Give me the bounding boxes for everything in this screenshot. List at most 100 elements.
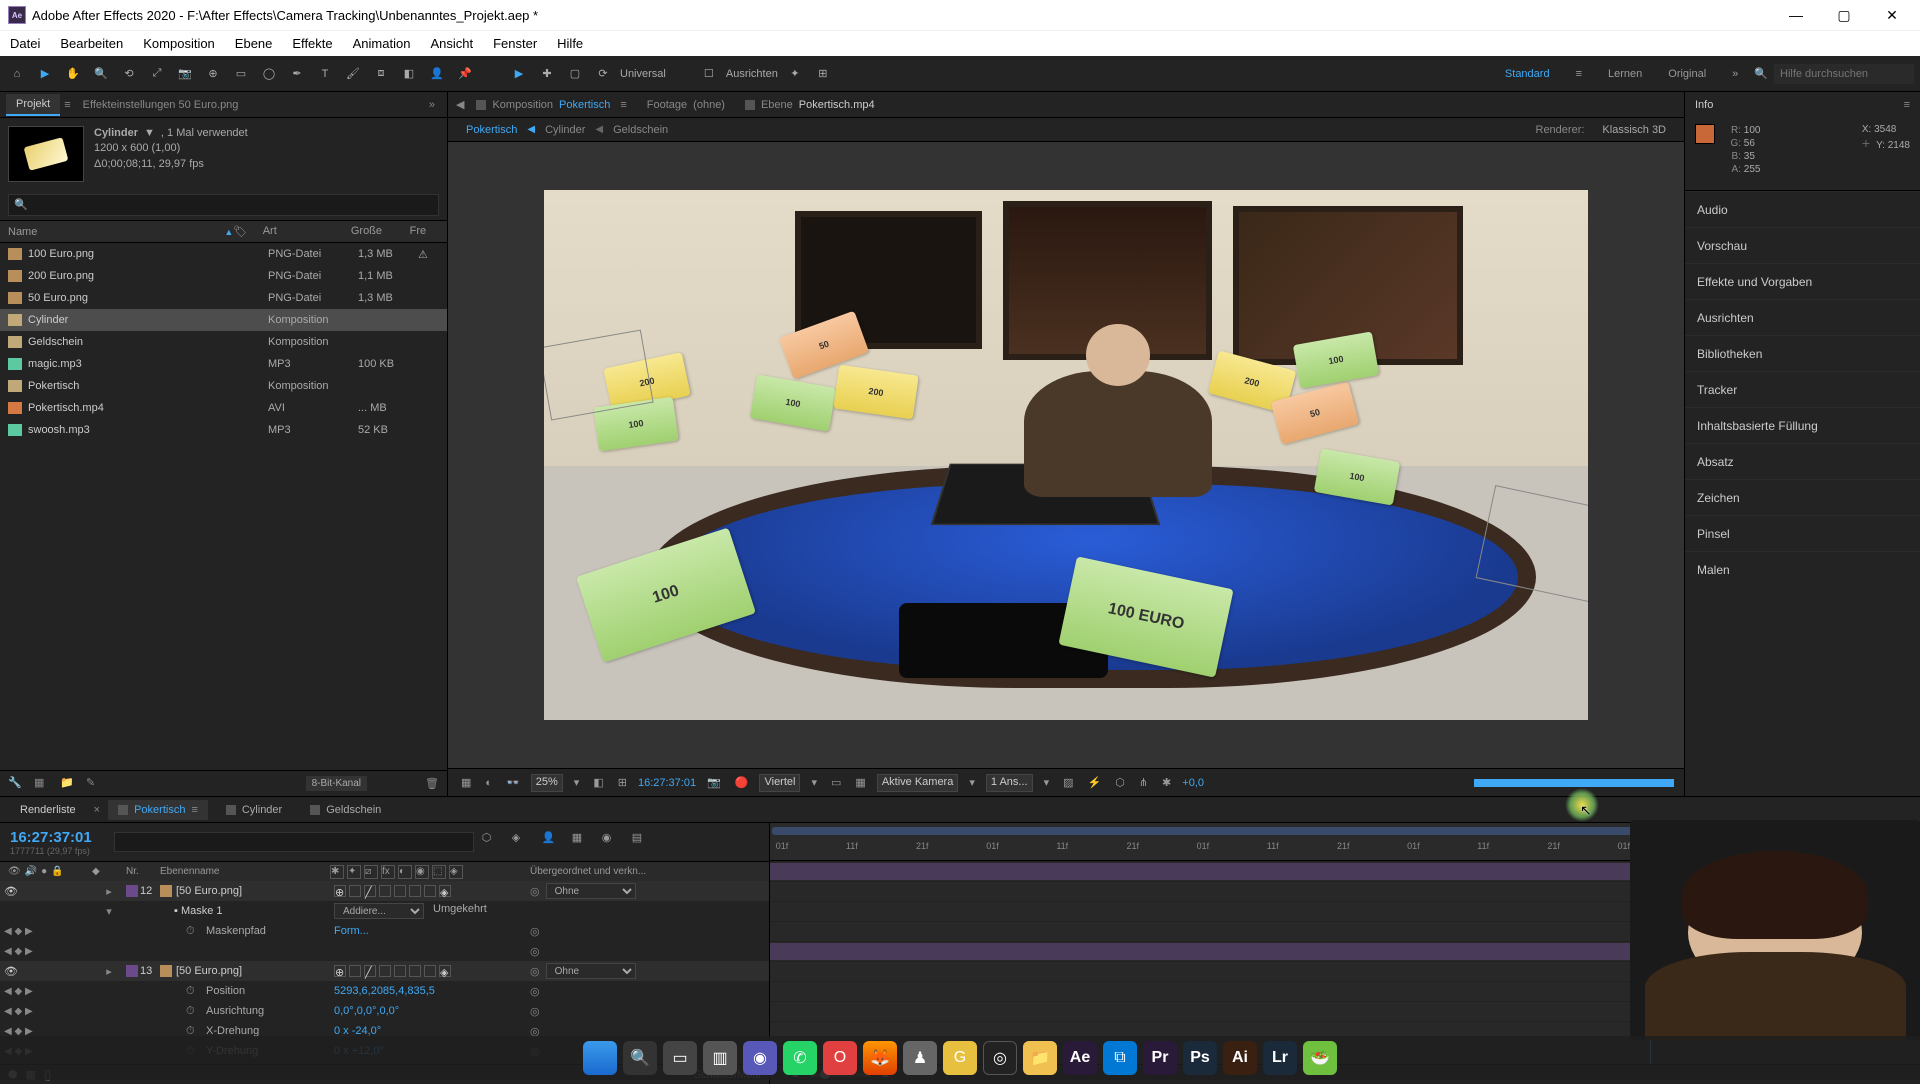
new-folder-icon[interactable]: 📁 bbox=[60, 776, 78, 792]
side-panel-pinsel[interactable]: Pinsel bbox=[1685, 515, 1920, 551]
reset-exposure-icon[interactable]: ✱ bbox=[1159, 776, 1174, 789]
stamp-tool-icon[interactable]: ⧈ bbox=[370, 63, 392, 85]
home-icon[interactable]: ⌂ bbox=[6, 63, 28, 85]
trash-icon[interactable]: 🗑 bbox=[425, 777, 439, 790]
timeline-row[interactable]: 👁▸12[50 Euro.png]⊕╱◈◎Ohne bbox=[0, 881, 769, 901]
project-column-headers[interactable]: Name▲ 🏷 Art Große Fre bbox=[0, 220, 447, 243]
new-adjustment-icon[interactable]: ✎ bbox=[86, 776, 104, 792]
side-panel-inhaltsbasierte-füllung[interactable]: Inhaltsbasierte Füllung bbox=[1685, 407, 1920, 443]
taskbar-app[interactable]: Ps bbox=[1183, 1041, 1217, 1075]
tab-pokertisch[interactable]: Pokertisch≡ bbox=[108, 800, 208, 820]
channel-icon[interactable]: 🔴 bbox=[732, 776, 752, 789]
snapshot-icon[interactable]: 📷 bbox=[704, 776, 724, 789]
menu-ansicht[interactable]: Ansicht bbox=[426, 34, 477, 53]
taskbar-app[interactable]: 🦊 bbox=[863, 1041, 897, 1075]
taskbar-app[interactable]: 🔍 bbox=[623, 1041, 657, 1075]
zoom-selector[interactable]: 25% bbox=[531, 774, 563, 792]
world-axis-icon[interactable]: ✚ bbox=[536, 63, 558, 85]
3d-toggle-icon[interactable]: 👓 bbox=[503, 776, 523, 789]
taskbar-app[interactable]: Ai bbox=[1223, 1041, 1257, 1075]
menu-hilfe[interactable]: Hilfe bbox=[553, 34, 587, 53]
side-panel-malen[interactable]: Malen bbox=[1685, 551, 1920, 587]
timeline-row[interactable]: 👁▸13[50 Euro.png]⊕╱◈◎Ohne bbox=[0, 961, 769, 981]
zoom-dropdown-icon[interactable]: ▾ bbox=[571, 776, 583, 789]
project-item-list[interactable]: 100 Euro.pngPNG-Datei1,3 MB⚠200 Euro.png… bbox=[0, 243, 447, 770]
taskbar-app[interactable]: ♟ bbox=[903, 1041, 937, 1075]
taskbar-app[interactable]: G bbox=[943, 1041, 977, 1075]
taskbar-app[interactable]: Ae bbox=[1063, 1041, 1097, 1075]
draft3d-icon[interactable]: ◈ bbox=[512, 831, 534, 853]
taskbar-app[interactable]: ▥ bbox=[703, 1041, 737, 1075]
taskbar-app[interactable]: ▭ bbox=[663, 1041, 697, 1075]
workspace-original[interactable]: Original bbox=[1668, 68, 1706, 80]
taskbar-app[interactable]: ◉ bbox=[743, 1041, 777, 1075]
taskbar-app[interactable]: ⧉ bbox=[1103, 1041, 1137, 1075]
zoom-tool-icon[interactable]: 🔍 bbox=[90, 63, 112, 85]
close-button[interactable]: ✕ bbox=[1872, 0, 1912, 30]
col-art[interactable]: Art bbox=[263, 225, 351, 238]
frame-blend-icon[interactable]: ▦ bbox=[572, 831, 594, 853]
timeline-row[interactable]: ◀ ◆ ▶⏱MaskenpfadForm...◎ bbox=[0, 921, 769, 941]
side-panel-bibliotheken[interactable]: Bibliotheken bbox=[1685, 335, 1920, 371]
workspace-lernen[interactable]: Lernen bbox=[1608, 68, 1642, 80]
menu-animation[interactable]: Animation bbox=[349, 34, 415, 53]
menu-fenster[interactable]: Fenster bbox=[489, 34, 541, 53]
project-item[interactable]: 200 Euro.pngPNG-Datei1,1 MB bbox=[0, 265, 447, 287]
selection-tool-icon[interactable]: ▶ bbox=[34, 63, 56, 85]
minimize-button[interactable]: — bbox=[1776, 0, 1816, 30]
tab-geldschein[interactable]: Geldschein bbox=[300, 800, 391, 820]
col-size[interactable]: Große bbox=[351, 225, 410, 238]
res-dropdown-icon[interactable]: ▾ bbox=[808, 776, 820, 789]
toggle-pixel-icon[interactable]: ▨ bbox=[1060, 776, 1076, 789]
project-item[interactable]: 100 Euro.pngPNG-Datei1,3 MB⚠ bbox=[0, 243, 447, 265]
transparency-grid-icon[interactable]: ▦ bbox=[852, 776, 868, 789]
text-tool-icon[interactable]: T bbox=[314, 63, 336, 85]
alpha-toggle-icon[interactable]: ▦ bbox=[458, 776, 474, 789]
renderer-selector[interactable]: Klassisch 3D bbox=[1602, 124, 1666, 136]
timeline-row[interactable]: ◀ ◆ ▶⏱Ausrichtung0,0°,0,0°,0,0°◎ bbox=[0, 1001, 769, 1021]
project-item[interactable]: swoosh.mp3MP352 KB bbox=[0, 419, 447, 441]
breadcrumb-geldschein[interactable]: Geldschein bbox=[613, 124, 668, 136]
graph-editor-icon[interactable]: ▤ bbox=[632, 831, 654, 853]
taskbar-app[interactable]: 🥗 bbox=[1303, 1041, 1337, 1075]
maximize-button[interactable]: ▢ bbox=[1824, 0, 1864, 30]
taskbar-app[interactable]: ◎ bbox=[983, 1041, 1017, 1075]
taskbar-app[interactable]: Pr bbox=[1143, 1041, 1177, 1075]
mask-toggle-icon[interactable]: ◐ bbox=[482, 777, 495, 789]
menu-effekte[interactable]: Effekte bbox=[288, 34, 336, 53]
col-framerate[interactable]: Fre bbox=[410, 225, 439, 238]
menu-komposition[interactable]: Komposition bbox=[139, 34, 219, 53]
project-item[interactable]: GeldscheinKomposition bbox=[0, 331, 447, 353]
comp-tab-menu-icon[interactable]: ≡ bbox=[620, 99, 626, 111]
motion-blur-icon[interactable]: ◉ bbox=[602, 831, 624, 853]
snap-icon[interactable]: ☐ bbox=[698, 63, 720, 85]
view-axis-icon[interactable]: ▢ bbox=[564, 63, 586, 85]
eraser-tool-icon[interactable]: ◧ bbox=[398, 63, 420, 85]
grid-toggle-icon[interactable]: ⊞ bbox=[615, 776, 630, 789]
color-toggle-icon[interactable]: ◧ bbox=[590, 776, 606, 789]
project-item[interactable]: 50 Euro.pngPNG-Datei1,3 MB bbox=[0, 287, 447, 309]
snap-grid-icon[interactable]: ⊞ bbox=[812, 63, 834, 85]
tab-renderliste[interactable]: Renderliste bbox=[10, 800, 86, 820]
roto-tool-icon[interactable]: 👤 bbox=[426, 63, 448, 85]
puppet-tool-icon[interactable]: 📌 bbox=[454, 63, 476, 85]
menu-bearbeiten[interactable]: Bearbeiten bbox=[56, 34, 127, 53]
side-panel-zeichen[interactable]: Zeichen bbox=[1685, 479, 1920, 515]
side-panel-audio[interactable]: Audio bbox=[1685, 191, 1920, 227]
exposure-value[interactable]: +0,0 bbox=[1182, 777, 1204, 789]
timeline-row[interactable]: ◀ ◆ ▶◎ bbox=[0, 941, 769, 961]
workspace-more-icon[interactable]: » bbox=[1732, 68, 1738, 80]
taskbar-app[interactable]: ✆ bbox=[783, 1041, 817, 1075]
composition-viewer[interactable]: Aktive Kamera 50 200 100 100 200 200 50 bbox=[544, 190, 1588, 720]
timeline-timecode[interactable]: 16:27:37:01 bbox=[10, 829, 92, 846]
breadcrumb-cylinder[interactable]: Cylinder bbox=[545, 124, 585, 136]
tab-close-icon[interactable]: × bbox=[94, 804, 100, 816]
viewer-timecode[interactable]: 16:27:37:01 bbox=[638, 777, 696, 789]
orbit-tool-icon[interactable]: ⟲ bbox=[118, 63, 140, 85]
timeline-row[interactable]: ▾▪ Maske 1Addiere...Umgekehrt bbox=[0, 901, 769, 921]
cam-dropdown-icon[interactable]: ▾ bbox=[966, 776, 978, 789]
project-tab-menu-icon[interactable]: ≡ bbox=[64, 99, 70, 111]
fast-preview-icon[interactable]: ⚡ bbox=[1085, 776, 1105, 789]
panel-overflow-icon[interactable]: » bbox=[423, 99, 441, 111]
resolution-selector[interactable]: Viertel bbox=[759, 774, 800, 792]
